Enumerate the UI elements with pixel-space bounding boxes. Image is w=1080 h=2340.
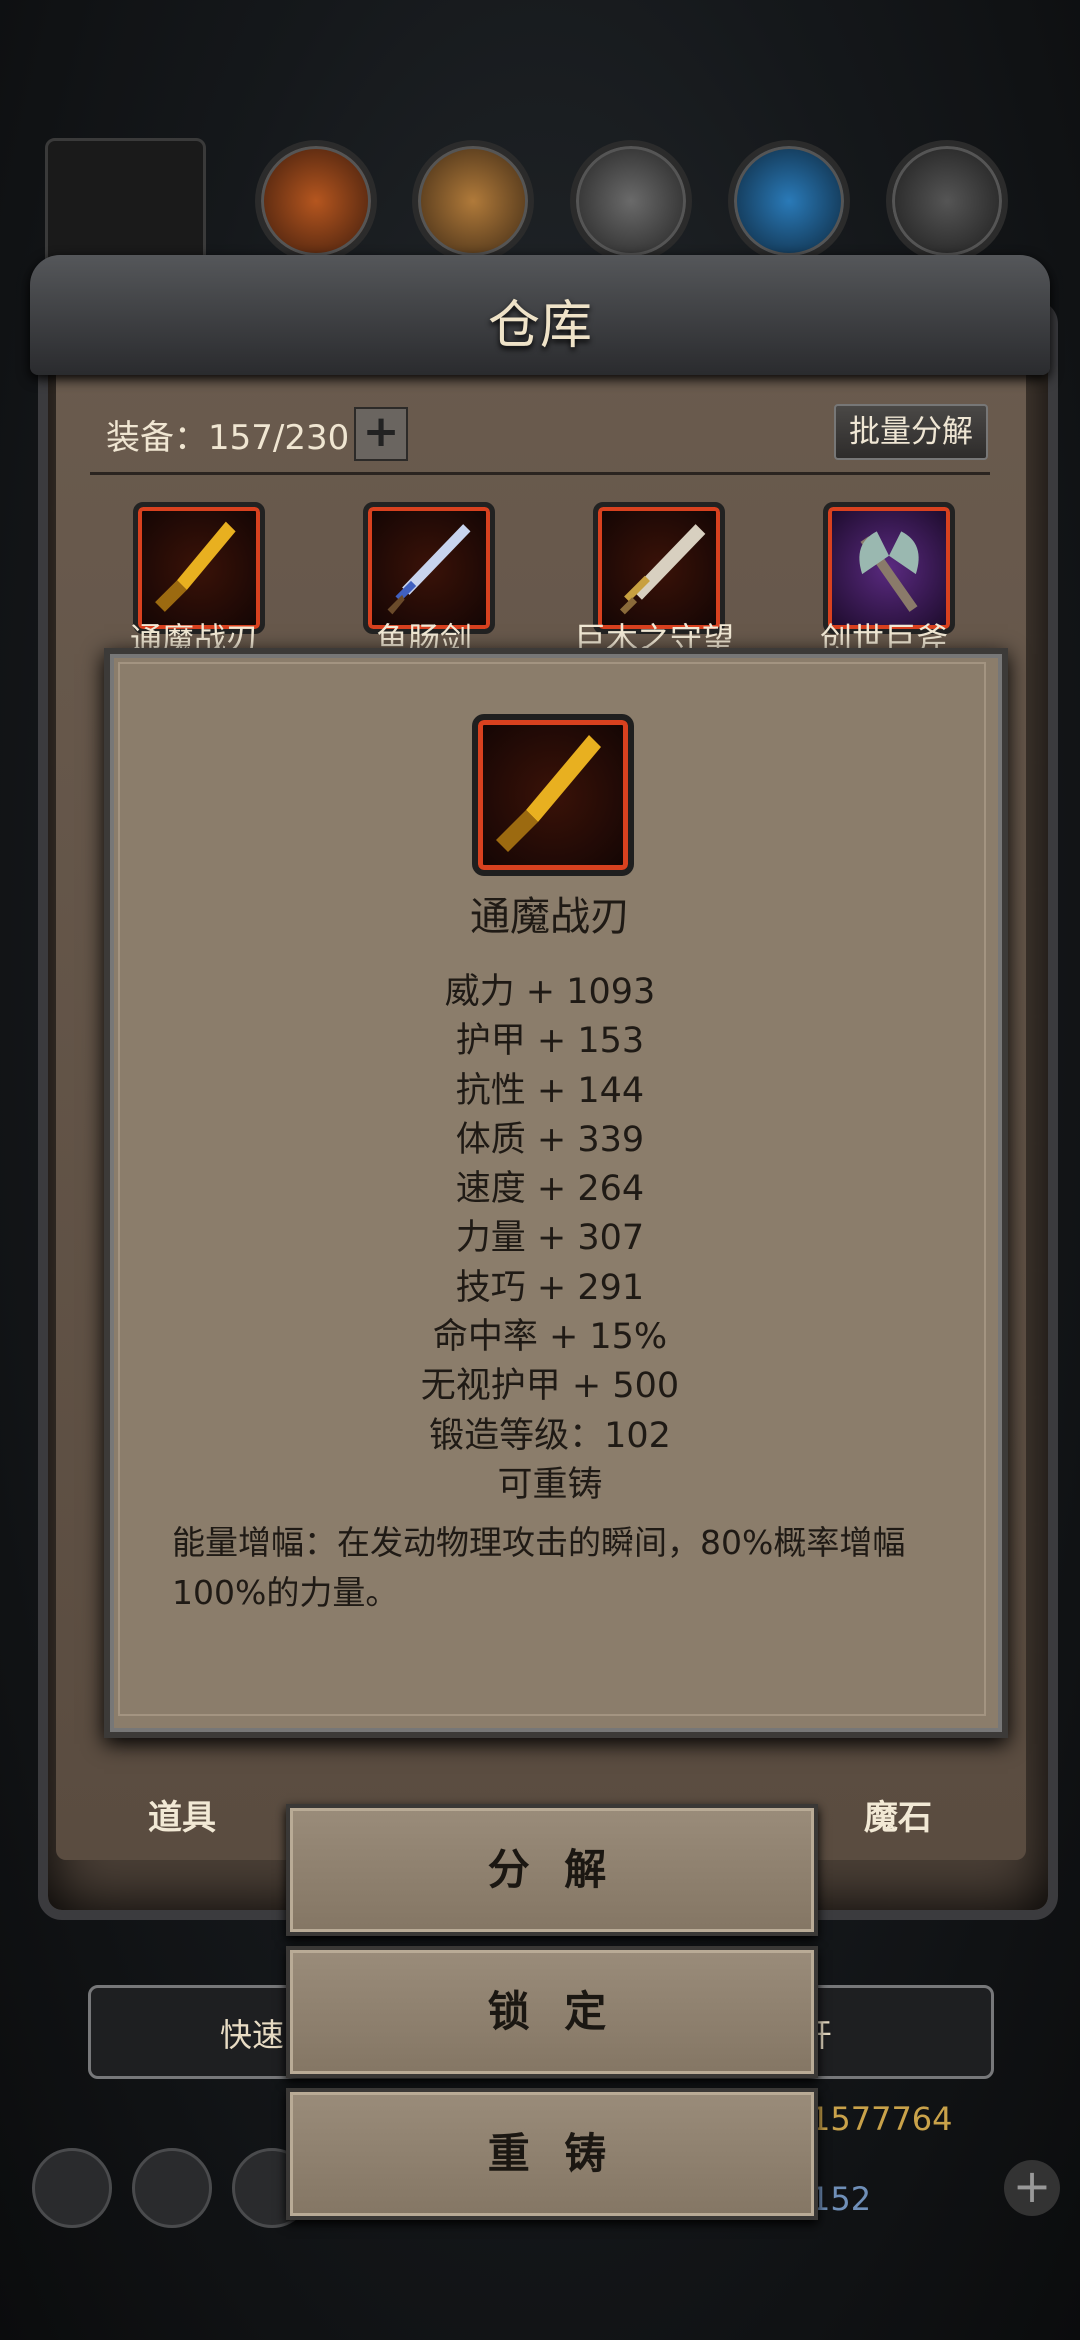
decompose-button[interactable]: 分 解: [286, 1804, 818, 1936]
gear-icon[interactable]: [32, 2148, 112, 2228]
page-title: 仓库: [487, 296, 592, 356]
bulk-decompose-button[interactable]: 批量分解: [834, 404, 988, 460]
stat-line: 无视护甲 + 500: [420, 1366, 680, 1407]
lock-button[interactable]: 锁 定: [286, 1946, 818, 2078]
stat-line: 命中率 + 15%: [432, 1317, 668, 1358]
detail-item-icon: [472, 714, 634, 876]
divider: [90, 472, 990, 475]
resource-iron-icon[interactable]: 9722: [570, 140, 692, 291]
gem-amount: 152: [810, 2180, 872, 2218]
dagger-icon: [155, 521, 236, 612]
stat-line: 技巧 + 291: [455, 1267, 645, 1308]
resource-stone-icon[interactable]: 442554: [886, 140, 1008, 291]
sword-icon: [387, 524, 471, 615]
stat-line: 力量 + 307: [455, 1218, 645, 1259]
axe-icon: [859, 531, 919, 612]
add-icon[interactable]: +: [1004, 2160, 1060, 2216]
detail-item-name: 通魔战刃: [470, 894, 630, 940]
stat-line: 可重铸: [497, 1464, 603, 1505]
resource-meat-icon[interactable]: 4: [255, 140, 377, 291]
menu-icon[interactable]: [132, 2148, 212, 2228]
stat-line: 威力 + 1093: [444, 972, 656, 1012]
resource-crystal-icon[interactable]: 4726: [728, 140, 850, 291]
gold-amount: 1577764: [810, 2100, 953, 2138]
dagger-icon: [496, 735, 601, 852]
quick-left-label: 快速: [220, 2016, 285, 2054]
tab-magic-stones[interactable]: 魔石: [864, 1790, 932, 1839]
tab-items[interactable]: 道具: [148, 1790, 216, 1839]
item-description: 能量增幅：在发动物理攻击的瞬间，80%概率增幅100%的力量。: [172, 1523, 906, 1612]
stat-line: 锻造等级：102: [429, 1415, 671, 1456]
expand-capacity-button[interactable]: +: [354, 407, 408, 461]
equipment-capacity: 装备：157/230: [106, 418, 350, 458]
resource-wood-icon[interactable]: 506815: [412, 140, 534, 291]
stat-line: 护甲 + 153: [455, 1021, 645, 1062]
reforge-button[interactable]: 重 铸: [286, 2088, 818, 2220]
stat-line: 体质 + 339: [455, 1119, 645, 1160]
stat-line: 速度 + 264: [455, 1169, 645, 1210]
stat-line: 抗性 + 144: [455, 1070, 645, 1111]
greatsword-icon: [619, 524, 706, 615]
stat-list: 威力 + 1093 护甲 + 153 抗性 + 144 体质 + 339 速度 …: [0, 968, 1080, 1510]
